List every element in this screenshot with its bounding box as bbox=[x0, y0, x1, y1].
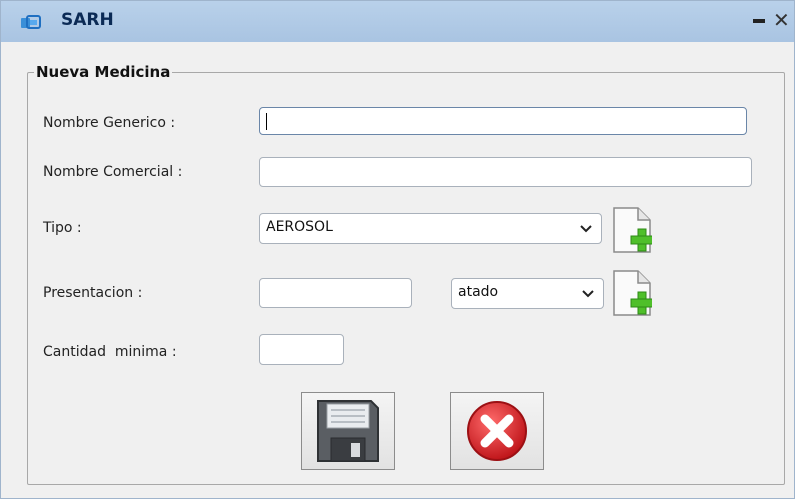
app-window-icon bbox=[21, 15, 41, 29]
tipo-label: Tipo : bbox=[43, 220, 82, 236]
cantidad-minima-label: Cantidad minima : bbox=[43, 344, 177, 360]
add-tipo-button[interactable] bbox=[612, 207, 652, 253]
tipo-select[interactable]: AEROSOL bbox=[259, 213, 602, 244]
window-title: SARH bbox=[61, 10, 114, 30]
nombre-generico-label: Nombre Generico : bbox=[43, 115, 176, 131]
nombre-generico-input[interactable] bbox=[259, 107, 747, 135]
nombre-comercial-label: Nombre Comercial : bbox=[43, 164, 183, 180]
chevron-down-icon bbox=[582, 290, 594, 298]
presentacion-label: Presentacion : bbox=[43, 285, 143, 301]
save-button[interactable] bbox=[301, 392, 395, 470]
chevron-down-icon bbox=[580, 225, 592, 233]
unit-selected-value: atado bbox=[458, 284, 499, 300]
tipo-selected-value: AEROSOL bbox=[266, 219, 333, 235]
presentacion-input[interactable] bbox=[259, 278, 412, 308]
group-title: Nueva Medicina bbox=[36, 63, 171, 81]
title-bar[interactable]: SARH ✕ bbox=[1, 1, 794, 42]
close-button[interactable]: ✕ bbox=[773, 9, 790, 31]
add-document-icon bbox=[613, 270, 652, 316]
minimize-button[interactable] bbox=[753, 19, 765, 23]
presentacion-unit-select[interactable]: atado bbox=[451, 278, 604, 309]
add-document-icon bbox=[613, 207, 652, 253]
cantidad-minima-input[interactable] bbox=[259, 334, 344, 365]
cancel-button[interactable] bbox=[450, 392, 544, 470]
nombre-comercial-input[interactable] bbox=[259, 157, 752, 187]
add-presentacion-button[interactable] bbox=[612, 270, 652, 316]
text-caret bbox=[266, 113, 267, 130]
red-x-cancel-icon bbox=[467, 401, 527, 461]
floppy-save-icon bbox=[317, 400, 379, 462]
